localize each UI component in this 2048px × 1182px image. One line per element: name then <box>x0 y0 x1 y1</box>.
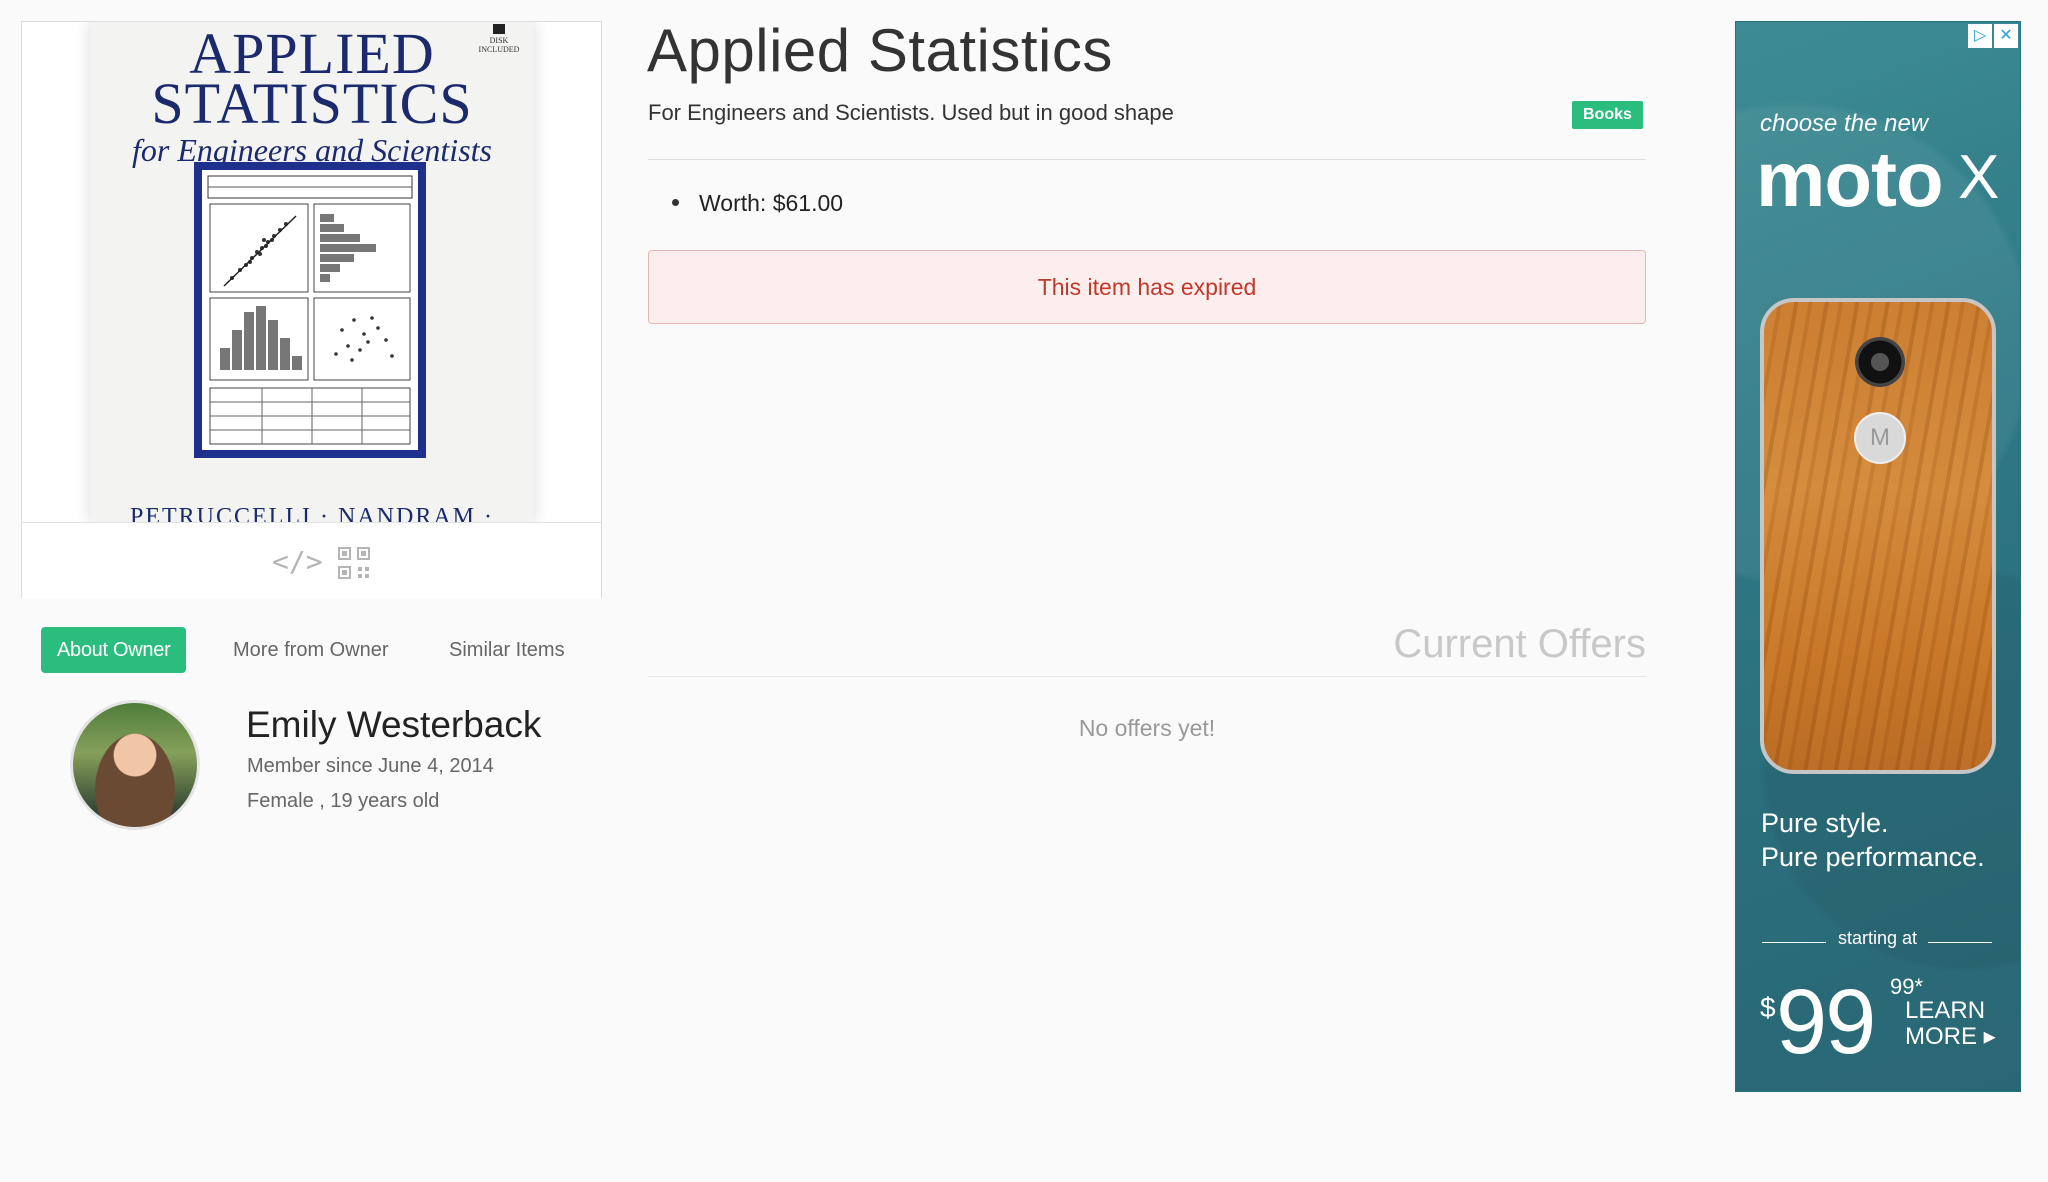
divider <box>648 159 1646 160</box>
offers-heading: Current Offers <box>1393 622 1646 666</box>
bullet-icon <box>672 199 679 207</box>
cover-authors: PETRUCCELLI · NANDRAM · CHEN <box>130 504 494 522</box>
ad-rule-right <box>1928 942 1992 943</box>
owner-avatar[interactable] <box>70 700 200 830</box>
item-cover-image[interactable]: DISK INCLUDED APPLIED STATISTICS for Eng… <box>22 22 601 522</box>
ad-rule-left <box>1762 942 1826 943</box>
category-badge[interactable]: Books <box>1572 101 1643 129</box>
item-worth: Worth: $61.00 <box>672 190 843 217</box>
ad-brand-mark: X <box>1958 143 2000 212</box>
item-description: For Engineers and Scientists. Used but i… <box>648 100 1174 125</box>
offers-divider <box>648 676 1646 677</box>
ad-tagline-1: Pure style. <box>1761 808 1889 838</box>
no-offers-message: No offers yet! <box>1078 715 1216 741</box>
cover-plots-illustration <box>207 175 413 445</box>
ad-brand: moto <box>1756 135 1944 223</box>
tab-about-owner[interactable]: About Owner <box>41 627 187 673</box>
ad-learn-more-button[interactable]: LEARN MORE ▸ <box>1905 998 1996 1050</box>
advertisement[interactable]: ▷ ✕ choose the new moto X M Pure style. … <box>1735 21 2021 1092</box>
ad-phone-image: M <box>1760 298 1996 774</box>
owner-info: Female , 19 years old <box>247 790 440 812</box>
cover-figure <box>194 162 426 458</box>
book-cover: DISK INCLUDED APPLIED STATISTICS for Eng… <box>90 22 534 522</box>
phone-logo-icon: M <box>1854 412 1906 464</box>
ad-starting-at: starting at <box>1838 928 1918 948</box>
owner-name[interactable]: Emily Westerback <box>246 704 541 746</box>
tab-similar-items[interactable]: Similar Items <box>449 627 565 673</box>
item-image-card: DISK INCLUDED APPLIED STATISTICS for Eng… <box>21 21 602 598</box>
page-title: Applied Statistics <box>647 17 1113 84</box>
expired-alert: This item has expired <box>648 250 1646 324</box>
phone-camera-icon <box>1855 337 1905 387</box>
ad-tagline-2: Pure performance. <box>1761 842 1985 872</box>
owner-member-since: Member since June 4, 2014 <box>247 755 494 777</box>
ad-dollar-sign: $ <box>1760 992 1776 1023</box>
cover-title-line2: STATISTICS <box>151 71 473 136</box>
image-card-toolbar: </> <box>22 522 601 598</box>
ad-price: 99 <box>1776 971 1876 1073</box>
tab-more-from-owner[interactable]: More from Owner <box>233 627 389 673</box>
ad-choices: ▷ ✕ <box>1968 24 2018 50</box>
code-embed-icon[interactable]: </> <box>272 545 323 578</box>
qr-code-icon[interactable] <box>338 547 370 586</box>
ad-close-icon[interactable]: ✕ <box>1994 24 2018 48</box>
ad-choices-icon[interactable]: ▷ <box>1968 24 1992 48</box>
